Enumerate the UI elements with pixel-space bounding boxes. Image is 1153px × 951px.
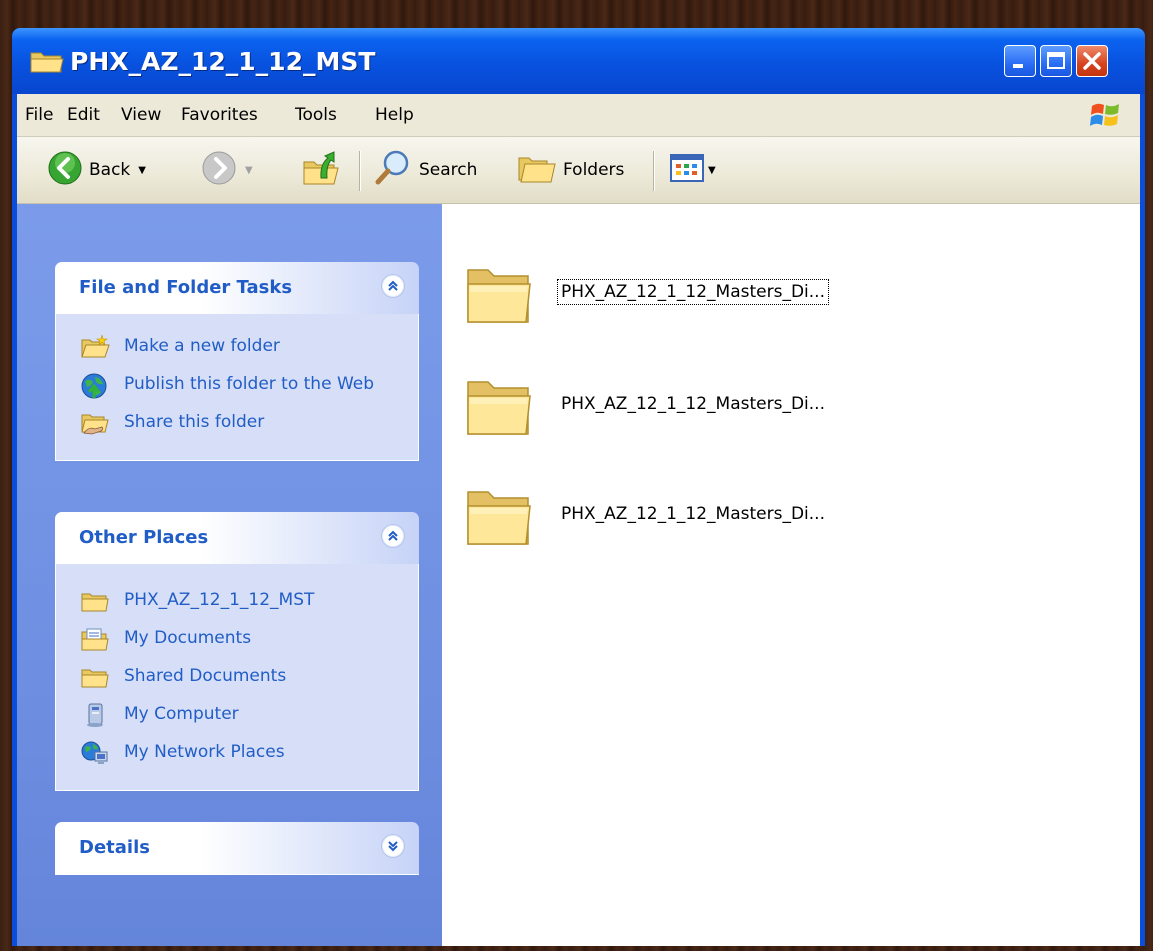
up-folder-button[interactable] (301, 137, 341, 203)
folder-icon (464, 374, 534, 438)
views-dropdown-icon[interactable]: ▼ (708, 165, 716, 176)
folder-item[interactable]: PHX_AZ_12_1_12_Masters_Di... (464, 262, 829, 326)
folders-label: Folders (563, 160, 625, 180)
up-folder-icon (301, 148, 341, 192)
place-shared-documents[interactable]: Shared Documents (56, 658, 418, 696)
task-share-folder[interactable]: Share this folder (56, 404, 418, 442)
back-button[interactable]: Back ▼ (47, 137, 146, 203)
toolbar-separator (653, 151, 655, 191)
title-bar[interactable]: PHX_AZ_12_1_12_MST (12, 28, 1145, 94)
publish-web-icon (80, 372, 110, 399)
toolbar: Back ▼ ▼ Search Folders ▼ (17, 137, 1140, 204)
new-folder-icon (80, 334, 110, 360)
panel-header[interactable]: Other Places (55, 512, 419, 564)
folder-icon (80, 588, 110, 614)
task-publish-folder-web[interactable]: Publish this folder to the Web (56, 366, 418, 404)
panel-title: Other Places (79, 527, 209, 548)
panel-body: PHX_AZ_12_1_12_MST My Documents Shared D… (55, 564, 419, 791)
menu-tools[interactable]: Tools (295, 105, 337, 125)
back-arrow-icon (47, 150, 83, 190)
my-documents-icon (80, 626, 110, 652)
folder-name: PHX_AZ_12_1_12_Masters_Di... (557, 279, 829, 305)
close-button[interactable] (1076, 45, 1108, 77)
views-icon (669, 152, 705, 188)
place-label: PHX_AZ_12_1_12_MST (124, 590, 315, 610)
menu-help[interactable]: Help (375, 105, 414, 125)
place-label: My Computer (124, 704, 239, 724)
details-panel: Details (55, 822, 419, 875)
place-label: Shared Documents (124, 666, 287, 686)
share-folder-icon (80, 410, 110, 436)
panel-title: Details (79, 837, 150, 858)
windows-logo-icon (1088, 98, 1122, 136)
menu-file[interactable]: File (25, 105, 53, 125)
place-my-computer[interactable]: My Computer (56, 696, 418, 734)
toolbar-separator (359, 151, 361, 191)
search-label: Search (419, 160, 478, 180)
search-button[interactable]: Search (373, 137, 477, 203)
task-label: Make a new folder (124, 336, 280, 356)
place-phx-folder[interactable]: PHX_AZ_12_1_12_MST (56, 582, 418, 620)
menu-view[interactable]: View (121, 105, 161, 125)
panel-body: Make a new folder Publish this folder to… (55, 314, 419, 461)
back-dropdown-icon[interactable]: ▼ (138, 165, 146, 176)
folder-icon (464, 484, 534, 548)
task-make-new-folder[interactable]: Make a new folder (56, 328, 418, 366)
panel-title: File and Folder Tasks (79, 277, 293, 298)
folder-name: PHX_AZ_12_1_12_Masters_Di... (561, 394, 825, 414)
place-label: My Documents (124, 628, 252, 648)
back-label: Back (89, 160, 131, 180)
folder-name: PHX_AZ_12_1_12_Masters_Di... (561, 504, 825, 524)
folder-item[interactable]: PHX_AZ_12_1_12_Masters_Di... (464, 484, 828, 548)
task-pane: File and Folder Tasks Make a new folder (17, 204, 442, 946)
folder-item[interactable]: PHX_AZ_12_1_12_Masters_Di... (464, 374, 828, 438)
task-label: Publish this folder to the Web (124, 374, 375, 394)
explorer-window: PHX_AZ_12_1_12_MST File Edit View Favori… (12, 28, 1145, 946)
collapse-chevron-icon[interactable] (381, 524, 405, 548)
panel-header[interactable]: Details (55, 822, 419, 875)
expand-chevron-icon[interactable] (381, 834, 405, 858)
task-label: Share this folder (124, 412, 265, 432)
panel-header[interactable]: File and Folder Tasks (55, 262, 419, 314)
network-places-icon (80, 740, 110, 766)
folder-icon (30, 48, 64, 78)
forward-arrow-icon (201, 150, 237, 190)
folders-button[interactable]: Folders (517, 137, 624, 203)
views-button[interactable]: ▼ (669, 137, 716, 203)
search-icon (373, 148, 413, 192)
folder-icon (464, 262, 534, 326)
folders-icon (517, 150, 557, 190)
menu-edit[interactable]: Edit (67, 105, 100, 125)
menu-bar: File Edit View Favorites Tools Help (17, 94, 1140, 137)
place-my-documents[interactable]: My Documents (56, 620, 418, 658)
folder-icon (80, 664, 110, 690)
window-title: PHX_AZ_12_1_12_MST (70, 47, 376, 76)
file-folder-tasks-panel: File and Folder Tasks Make a new folder (55, 262, 419, 461)
collapse-chevron-icon[interactable] (381, 274, 405, 298)
menu-favorites[interactable]: Favorites (181, 105, 258, 125)
forward-dropdown-icon: ▼ (245, 164, 253, 176)
other-places-panel: Other Places PHX_AZ_12_1_12_MST My Docum… (55, 512, 419, 791)
forward-button[interactable]: ▼ (201, 137, 253, 203)
place-label: My Network Places (124, 742, 285, 762)
place-my-network-places[interactable]: My Network Places (56, 734, 418, 772)
maximize-button[interactable] (1040, 45, 1072, 77)
my-computer-icon (80, 702, 110, 728)
minimize-button[interactable] (1004, 45, 1036, 77)
content-area: File and Folder Tasks Make a new folder (17, 204, 1140, 946)
file-list-pane[interactable]: PHX_AZ_12_1_12_Masters_Di... PHX_AZ_12_1… (442, 204, 1140, 946)
